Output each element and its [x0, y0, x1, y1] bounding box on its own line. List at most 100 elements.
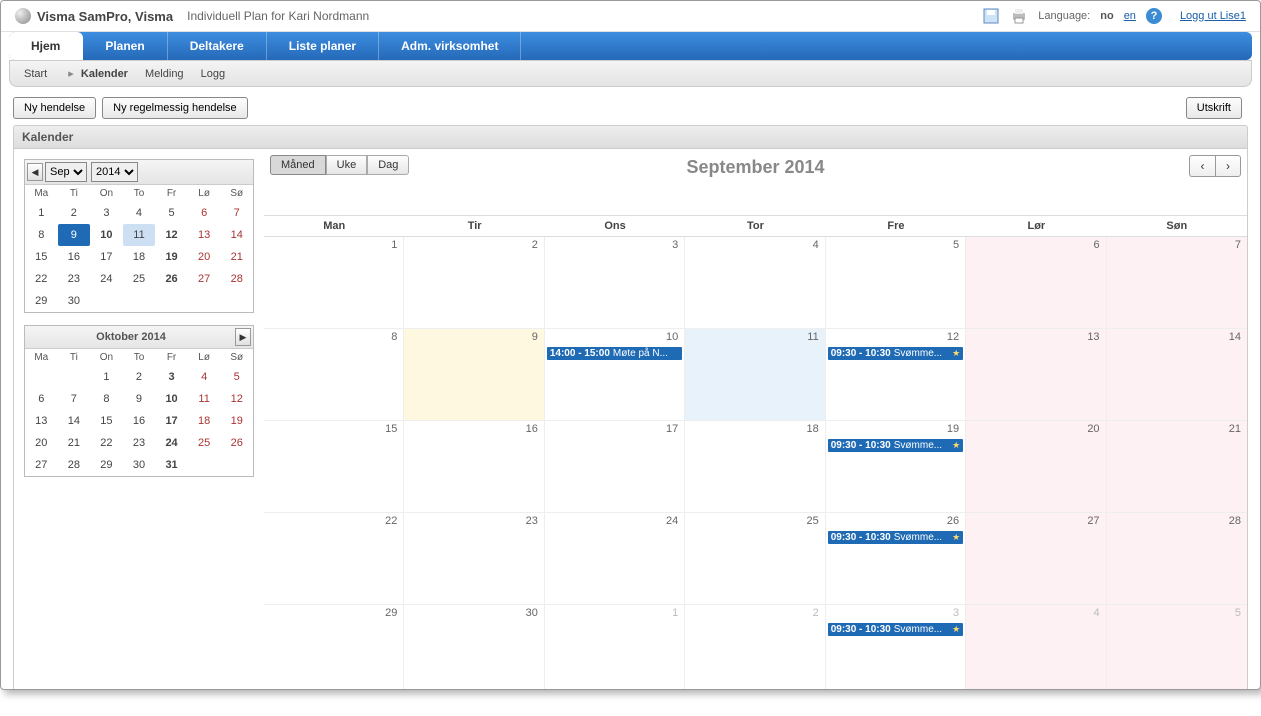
nav-tab-adm[interactable]: Adm. virksomhet — [379, 32, 521, 60]
mini-day[interactable]: 18 — [188, 410, 221, 432]
view-day[interactable]: Dag — [367, 155, 409, 175]
day-cell[interactable]: 1209:30 - 10:30Svømme...★ — [826, 329, 966, 420]
day-cell[interactable]: 20 — [966, 421, 1106, 512]
mini-day[interactable]: 21 — [58, 432, 91, 454]
subnav-start[interactable]: Start — [24, 68, 47, 80]
mini-day[interactable]: 31 — [155, 454, 188, 476]
mini-day[interactable]: 20 — [25, 432, 58, 454]
mini-prev-icon[interactable]: ◀ — [27, 163, 43, 181]
next-month-icon[interactable]: › — [1215, 155, 1241, 177]
mini-day[interactable]: 27 — [188, 268, 221, 290]
mini-day[interactable]: 22 — [90, 432, 123, 454]
day-cell[interactable]: 21 — [1107, 421, 1247, 512]
mini-day[interactable]: 10 — [155, 388, 188, 410]
day-cell[interactable]: 8 — [264, 329, 404, 420]
day-cell[interactable]: 9 — [404, 329, 544, 420]
mini-day[interactable]: 9 — [123, 388, 156, 410]
day-cell[interactable]: 1014:00 - 15:00Møte på N... — [545, 329, 685, 420]
mini-day[interactable]: 9 — [58, 224, 91, 246]
mini-day[interactable]: 29 — [25, 290, 58, 312]
new-recurring-button[interactable]: Ny regelmessig hendelse — [102, 97, 248, 119]
mini-day[interactable]: 3 — [90, 202, 123, 224]
month-select[interactable]: Sep — [45, 162, 87, 182]
mini-day[interactable]: 15 — [25, 246, 58, 268]
print-button[interactable]: Utskrift — [1186, 97, 1242, 119]
mini-day[interactable]: 14 — [220, 224, 253, 246]
mini-day[interactable]: 16 — [123, 410, 156, 432]
day-cell[interactable]: 2 — [404, 237, 544, 328]
year-select[interactable]: 2014 — [91, 162, 138, 182]
day-cell[interactable]: 5 — [1107, 605, 1247, 690]
mini-day[interactable]: 7 — [220, 202, 253, 224]
mini-day[interactable]: 23 — [58, 268, 91, 290]
day-cell[interactable]: 309:30 - 10:30Svømme...★ — [826, 605, 966, 690]
calendar-event[interactable]: 09:30 - 10:30Svømme...★ — [828, 439, 963, 452]
day-cell[interactable]: 7 — [1107, 237, 1247, 328]
mini-day[interactable]: 25 — [123, 268, 156, 290]
mini-day[interactable]: 6 — [188, 202, 221, 224]
new-event-button[interactable]: Ny hendelse — [13, 97, 96, 119]
mini-day[interactable]: 30 — [58, 290, 91, 312]
mini-day[interactable]: 16 — [58, 246, 91, 268]
day-cell[interactable]: 15 — [264, 421, 404, 512]
mini-day[interactable]: 10 — [90, 224, 123, 246]
mini-day[interactable]: 3 — [155, 366, 188, 388]
mini-day[interactable]: 25 — [188, 432, 221, 454]
nav-tab-deltakere[interactable]: Deltakere — [168, 32, 267, 60]
day-cell[interactable]: 1909:30 - 10:30Svømme...★ — [826, 421, 966, 512]
mini-day[interactable]: 24 — [155, 432, 188, 454]
mini-day[interactable]: 22 — [25, 268, 58, 290]
day-cell[interactable]: 2609:30 - 10:30Svømme...★ — [826, 513, 966, 604]
mini-day[interactable]: 29 — [90, 454, 123, 476]
calendar-event[interactable]: 09:30 - 10:30Svømme...★ — [828, 347, 963, 360]
mini-day[interactable]: 14 — [58, 410, 91, 432]
day-cell[interactable]: 5 — [826, 237, 966, 328]
subnav-kalender[interactable]: Kalender — [81, 68, 128, 80]
day-cell[interactable]: 14 — [1107, 329, 1247, 420]
mini-day[interactable]: 6 — [25, 388, 58, 410]
day-cell[interactable]: 23 — [404, 513, 544, 604]
mini-day[interactable]: 23 — [123, 432, 156, 454]
mini-day[interactable]: 21 — [220, 246, 253, 268]
calendar-event[interactable]: 09:30 - 10:30Svømme...★ — [828, 623, 963, 636]
day-cell[interactable]: 27 — [966, 513, 1106, 604]
mini-day[interactable]: 19 — [220, 410, 253, 432]
subnav-melding[interactable]: Melding — [145, 68, 184, 80]
mini-day[interactable]: 30 — [123, 454, 156, 476]
day-cell[interactable]: 16 — [404, 421, 544, 512]
mini-day[interactable]: 5 — [155, 202, 188, 224]
mini-day[interactable]: 15 — [90, 410, 123, 432]
mini-day[interactable]: 24 — [90, 268, 123, 290]
day-cell[interactable]: 17 — [545, 421, 685, 512]
mini-day[interactable]: 28 — [58, 454, 91, 476]
mini-next-icon[interactable]: ▶ — [235, 328, 251, 346]
mini-day[interactable]: 13 — [25, 410, 58, 432]
nav-tab-hjem[interactable]: Hjem — [9, 32, 83, 60]
mini-day[interactable]: 4 — [188, 366, 221, 388]
mini-day[interactable]: 1 — [90, 366, 123, 388]
mini-day[interactable]: 26 — [155, 268, 188, 290]
mini-day[interactable]: 13 — [188, 224, 221, 246]
day-cell[interactable]: 4 — [685, 237, 825, 328]
mini-day[interactable]: 11 — [123, 224, 156, 246]
mini-day[interactable]: 5 — [220, 366, 253, 388]
mini-day[interactable]: 2 — [123, 366, 156, 388]
save-icon[interactable] — [982, 7, 1000, 25]
view-week[interactable]: Uke — [326, 155, 368, 175]
day-cell[interactable]: 1 — [545, 605, 685, 690]
calendar-event[interactable]: 09:30 - 10:30Svømme...★ — [828, 531, 963, 544]
nav-tab-planen[interactable]: Planen — [83, 32, 167, 60]
mini-day[interactable]: 7 — [58, 388, 91, 410]
day-cell[interactable]: 28 — [1107, 513, 1247, 604]
mini-day[interactable]: 26 — [220, 432, 253, 454]
mini-day[interactable]: 8 — [90, 388, 123, 410]
day-cell[interactable]: 6 — [966, 237, 1106, 328]
mini-day[interactable]: 2 — [58, 202, 91, 224]
mini-day[interactable]: 17 — [155, 410, 188, 432]
day-cell[interactable]: 13 — [966, 329, 1106, 420]
mini-day[interactable]: 28 — [220, 268, 253, 290]
day-cell[interactable]: 25 — [685, 513, 825, 604]
day-cell[interactable]: 1 — [264, 237, 404, 328]
day-cell[interactable]: 11 — [685, 329, 825, 420]
mini-day[interactable]: 27 — [25, 454, 58, 476]
